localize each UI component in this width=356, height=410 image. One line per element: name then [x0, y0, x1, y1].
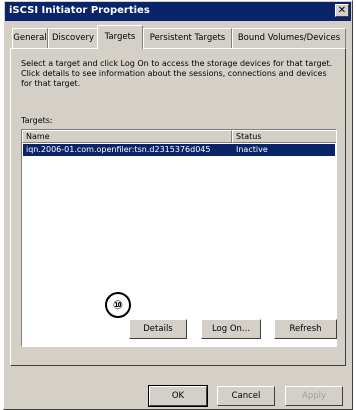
dialog-window: iSCSI Initiator Properties ✕ General Dis… — [3, 0, 353, 410]
close-icon[interactable]: ✕ — [335, 4, 349, 17]
tab-targets[interactable]: Targets — [97, 25, 143, 49]
targets-tab-panel: Select a target and click Log On to acce… — [10, 48, 346, 366]
instructions-text: Select a target and click Log On to acce… — [21, 59, 333, 88]
details-button[interactable]: Details — [129, 319, 187, 339]
target-status-cell: Inactive — [236, 145, 268, 154]
ok-button[interactable]: OK — [148, 385, 208, 407]
tab-general[interactable]: General — [12, 28, 48, 48]
tab-discovery[interactable]: Discovery — [48, 28, 98, 48]
tab-bound-volumes-devices[interactable]: Bound Volumes/Devices — [232, 28, 346, 48]
cancel-button[interactable]: Cancel — [217, 386, 275, 406]
table-row[interactable]: iqn.2006-01.com.openfiler:tsn.d2315376d0… — [23, 144, 335, 156]
targets-list[interactable]: Name Status iqn.2006-01.com.openfiler:ts… — [21, 129, 337, 347]
column-header-status[interactable]: Status — [232, 130, 336, 143]
title-bar[interactable]: iSCSI Initiator Properties ✕ — [5, 2, 351, 21]
window-title: iSCSI Initiator Properties — [9, 5, 150, 16]
tab-persistent-targets[interactable]: Persistent Targets — [143, 28, 232, 48]
annotation-marker: ⑩ — [105, 292, 131, 318]
log-on-button[interactable]: Log On... — [201, 319, 261, 339]
targets-label: Targets: — [21, 116, 53, 125]
apply-button: Apply — [285, 386, 343, 406]
column-header-name[interactable]: Name — [22, 130, 232, 143]
target-name-cell: iqn.2006-01.com.openfiler:tsn.d2315376d0… — [26, 145, 211, 154]
refresh-button[interactable]: Refresh — [274, 319, 337, 339]
